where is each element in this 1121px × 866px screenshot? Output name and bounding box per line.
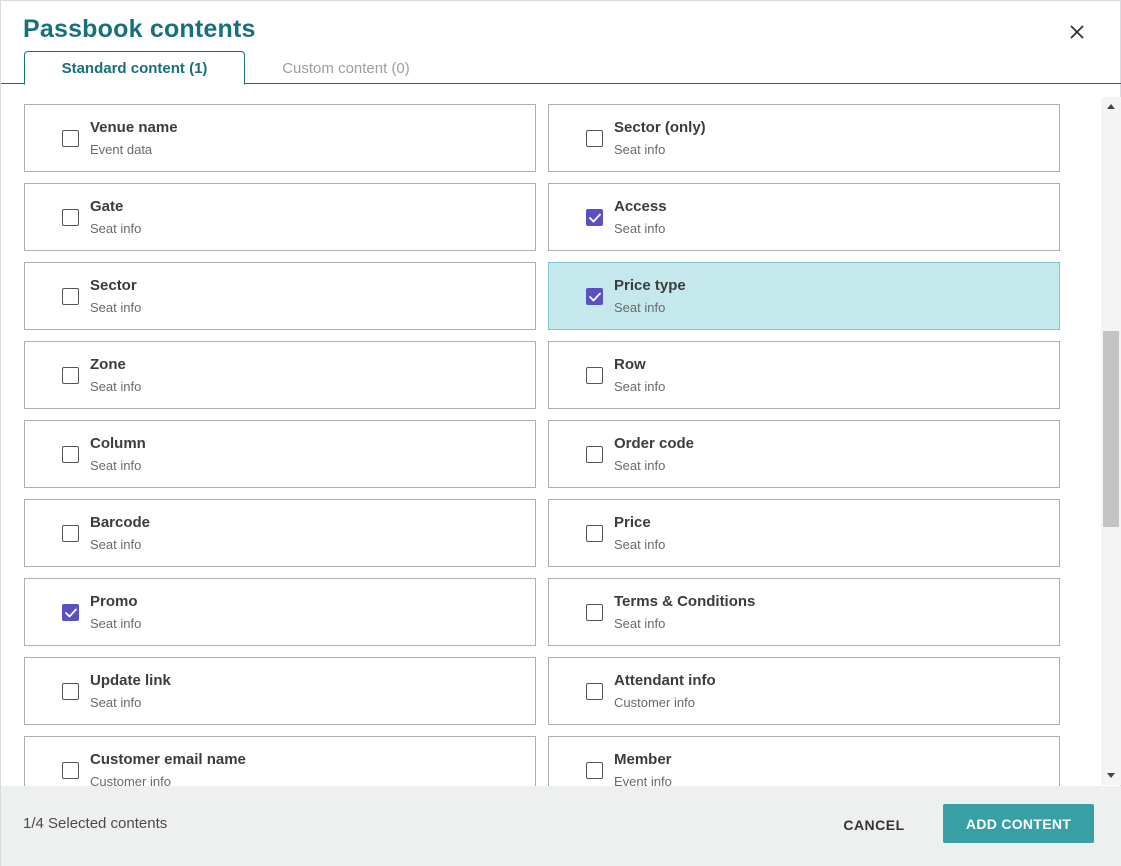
content-option-title: Gate <box>90 198 124 215</box>
checkbox[interactable] <box>62 288 79 305</box>
content-option-card[interactable]: Gate Seat info <box>24 183 536 251</box>
content-option-card[interactable]: Barcode Seat info <box>24 499 536 567</box>
content-option-title: Member <box>614 751 672 768</box>
content-option-card[interactable]: Column Seat info <box>24 420 536 488</box>
checkbox-checked[interactable] <box>586 209 603 226</box>
content-option-title: Order code <box>614 435 695 452</box>
content-option-title: Promo <box>90 593 138 610</box>
content-option-title: Venue name <box>90 119 178 136</box>
content-option-title: Terms & Conditions <box>614 593 756 610</box>
content-option-category: Seat info <box>614 379 666 394</box>
content-option-category: Seat info <box>90 616 142 631</box>
content-option-category: Seat info <box>90 379 142 394</box>
content-option-category: Seat info <box>90 300 142 315</box>
content-option-card[interactable]: Customer email name Customer info <box>24 736 536 786</box>
content-option-card[interactable]: Update link Seat info <box>24 657 536 725</box>
content-option-card[interactable]: Row Seat info <box>548 341 1060 409</box>
content-option-category: Customer info <box>90 774 171 786</box>
checkbox[interactable] <box>62 130 79 147</box>
content-option-title: Customer email name <box>90 751 246 768</box>
checkbox[interactable] <box>62 446 79 463</box>
content-option-title: Access <box>614 198 667 215</box>
checkbox[interactable] <box>586 446 603 463</box>
checkmark-icon <box>588 213 601 222</box>
checkbox-checked[interactable] <box>586 288 603 305</box>
content-option-title: Attendant info <box>614 672 716 689</box>
content-option-category: Seat info <box>614 221 666 236</box>
content-option-category: Seat info <box>614 300 666 315</box>
content-option-category: Event data <box>90 142 153 157</box>
content-option-category: Seat info <box>614 616 666 631</box>
content-option-card[interactable]: Promo Seat info <box>24 578 536 646</box>
checkbox[interactable] <box>586 683 603 700</box>
content-option-title: Zone <box>90 356 126 373</box>
content-option-card[interactable]: Access Seat info <box>548 183 1060 251</box>
content-option-card[interactable]: Price type Seat info <box>548 262 1060 330</box>
dialog-title: Passbook contents <box>23 15 256 43</box>
tab-standard-content[interactable]: Standard content (1) <box>24 51 245 85</box>
scroll-up-button[interactable] <box>1101 97 1121 115</box>
checkbox[interactable] <box>62 683 79 700</box>
content-option-title: Barcode <box>90 514 151 531</box>
checkmark-icon <box>64 608 77 617</box>
content-list: Venue name Event data Sector (only) Seat in… <box>1 84 1101 786</box>
content-option-card[interactable]: Member Event info <box>548 736 1060 786</box>
close-button[interactable] <box>1065 20 1089 44</box>
passbook-contents-dialog: Passbook contents Standard content (1) C… <box>0 0 1121 866</box>
checkbox[interactable] <box>586 604 603 621</box>
content-option-category: Seat info <box>90 458 142 473</box>
content-option-category: Customer info <box>614 695 695 710</box>
content-option-card[interactable]: Price Seat info <box>548 499 1060 567</box>
arrow-down-icon <box>1107 773 1115 778</box>
add-content-button[interactable]: ADD CONTENT <box>943 804 1094 843</box>
content-option-card[interactable]: Order code Seat info <box>548 420 1060 488</box>
checkbox[interactable] <box>62 367 79 384</box>
checkbox[interactable] <box>586 367 603 384</box>
checkbox[interactable] <box>62 209 79 226</box>
content-option-card[interactable]: Sector (only) Seat info <box>548 104 1060 172</box>
content-option-category: Seat info <box>90 537 142 552</box>
tab-custom-content[interactable]: Custom content (0) <box>249 51 443 85</box>
checkbox[interactable] <box>62 525 79 542</box>
checkbox[interactable] <box>586 130 603 147</box>
content-option-card[interactable]: Terms & Conditions Seat info <box>548 578 1060 646</box>
content-option-card[interactable]: Venue name Event data <box>24 104 536 172</box>
scroll-thumb[interactable] <box>1103 331 1119 527</box>
content-option-title: Price type <box>614 277 686 294</box>
vertical-scrollbar[interactable] <box>1101 97 1121 785</box>
checkbox[interactable] <box>586 525 603 542</box>
arrow-up-icon <box>1107 104 1115 109</box>
content-option-category: Seat info <box>90 695 142 710</box>
content-option-title: Column <box>90 435 146 452</box>
content-option-title: Update link <box>90 672 171 689</box>
content-option-title: Row <box>614 356 646 373</box>
checkbox[interactable] <box>586 762 603 779</box>
content-option-title: Sector <box>90 277 137 294</box>
content-option-category: Seat info <box>90 221 142 236</box>
scroll-down-button[interactable] <box>1101 767 1121 785</box>
content-option-card[interactable]: Zone Seat info <box>24 341 536 409</box>
checkbox[interactable] <box>62 762 79 779</box>
content-option-card[interactable]: Sector Seat info <box>24 262 536 330</box>
content-option-card[interactable]: Attendant info Customer info <box>548 657 1060 725</box>
close-icon <box>1070 25 1084 39</box>
checkbox-checked[interactable] <box>62 604 79 621</box>
content-option-category: Seat info <box>614 142 666 157</box>
cancel-button[interactable]: CANCEL <box>831 806 917 844</box>
content-option-title: Sector (only) <box>614 119 706 136</box>
checkmark-icon <box>588 292 601 301</box>
content-option-category: Seat info <box>614 537 666 552</box>
selected-count: 1/4 Selected contents <box>23 815 168 832</box>
content-option-title: Price <box>614 514 651 531</box>
content-grid: Venue name Event data Sector (only) Seat in… <box>24 104 1060 786</box>
content-option-category: Event info <box>614 774 672 786</box>
content-option-category: Seat info <box>614 458 666 473</box>
dialog-footer: 1/4 Selected contents CANCEL ADD CONTENT <box>1 786 1121 866</box>
